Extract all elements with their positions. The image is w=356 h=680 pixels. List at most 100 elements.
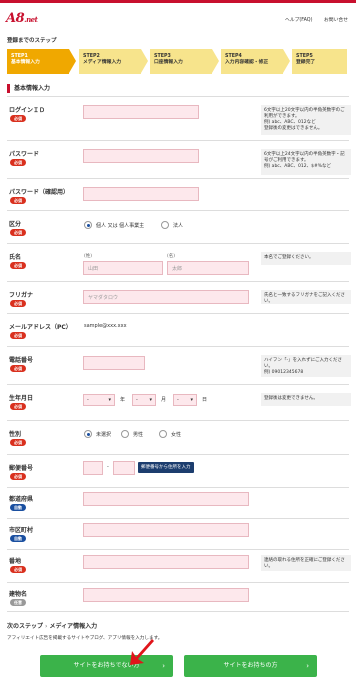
step-4-label: 入力内容確認・修正: [225, 60, 269, 65]
postal-label: 郵便番号: [9, 465, 34, 472]
birthday-note: 登録後は変更できません。: [261, 393, 351, 406]
gender-male-label: 男性: [133, 432, 144, 438]
password-note: 6文字以上24文字以内の半角英数字・記号がご利用できます。 例) abc、ABC…: [261, 149, 351, 175]
year-unit: 年: [120, 397, 126, 403]
password-confirm-label: パスワード（確認用）: [9, 189, 70, 196]
has-site-button-label: サイトをお持ちの方: [223, 662, 278, 669]
email-value: sample@xxx.xxx: [84, 323, 127, 329]
building-input[interactable]: [83, 588, 249, 602]
address-label: 番地: [9, 558, 22, 565]
row-phone: 電話番号 必須 ハイフン「-」を入れずにご入力ください。 例) 09012345…: [7, 346, 351, 384]
birth-year-select[interactable]: - ▾: [83, 394, 115, 406]
required-badge: 必須: [10, 262, 26, 269]
required-badge: 必須: [10, 365, 26, 372]
required-badge: 必須: [10, 473, 26, 480]
phone-note: ハイフン「-」を入れずにご入力ください。 例) 0901234567​8: [261, 355, 351, 377]
gender-unselected-label: 未選択: [96, 432, 112, 438]
day-unit: 日: [202, 397, 208, 403]
first-name-caption: (名): [167, 254, 176, 259]
login-id-label: ログインＩＤ: [9, 107, 46, 114]
row-postal: 郵便番号 必須 - 郵便番号から住所を入力: [7, 454, 349, 487]
logo-text: A8: [6, 11, 25, 26]
step-1: STEP1 基本情報入力: [7, 49, 76, 74]
birth-month-select[interactable]: - ▾: [132, 394, 156, 406]
step-progress: STEP1 基本情報入力 STEP2 メディア情報入力 STEP3 口座情報入力…: [7, 49, 347, 74]
required-badge: 必須: [10, 566, 26, 573]
furigana-note: 氏名と一致するフリガナをご記入ください。: [261, 290, 351, 304]
last-name-input[interactable]: 山田: [83, 261, 163, 275]
birth-day-value: -: [177, 397, 179, 403]
first-name-input[interactable]: 太郎: [167, 261, 249, 275]
step-arrow: [141, 49, 148, 73]
step-4: STEP4 入力内容確認・修正: [221, 49, 290, 74]
step-5-label: 登録完了: [296, 60, 316, 65]
prefecture-input[interactable]: [83, 492, 249, 506]
chevron-down-icon: ▾: [190, 397, 193, 403]
step-1-label: 基本情報入力: [11, 60, 40, 65]
required-badge: 必須: [10, 300, 26, 307]
chevron-right-icon: ›: [45, 623, 48, 630]
gender-male-radio[interactable]: [121, 430, 129, 438]
has-site-button[interactable]: サイトをお持ちの方 ›: [184, 655, 317, 677]
password-label: パスワード: [9, 151, 40, 158]
birth-day-select[interactable]: - ▾: [173, 394, 197, 406]
gender-unselected-radio[interactable]: [84, 430, 92, 438]
step-5: STEP5 登録完了: [292, 49, 347, 74]
a8-logo[interactable]: A8.net: [6, 11, 38, 26]
category-individual-radio[interactable]: [84, 221, 92, 229]
chevron-down-icon: ▾: [149, 397, 152, 403]
email-label: メールアドレス（PC）: [9, 324, 72, 331]
step-arrow: [69, 49, 76, 73]
prefecture-label: 都道府県: [9, 496, 34, 503]
contact-link[interactable]: お問い合せ: [324, 18, 348, 23]
postal-lookup-button[interactable]: 郵便番号から住所を入力: [138, 462, 194, 473]
next-step-label: 次のステップ: [7, 623, 44, 630]
category-corporate-radio[interactable]: [161, 221, 169, 229]
phone-label: 電話番号: [9, 357, 34, 364]
pointer-arrow-icon: [130, 639, 154, 665]
chevron-down-icon: ▾: [108, 397, 111, 403]
name-note: 本名でご登録ください。: [261, 252, 351, 265]
city-input[interactable]: [83, 523, 249, 537]
city-label: 市区町村: [9, 527, 34, 534]
birth-month-value: -: [136, 397, 138, 403]
row-email: メールアドレス（PC） 必須 sample@xxx.xxx: [7, 313, 349, 346]
address-note: 連絡の取れる住所を正確にご登録ください。: [261, 555, 351, 571]
required-badge: 必須: [10, 332, 26, 339]
furigana-label: フリガナ: [9, 292, 34, 299]
step-2-label: メディア情報入力: [83, 60, 122, 65]
required-badge: 必須: [10, 403, 26, 410]
postal-code-first-input[interactable]: [83, 461, 103, 475]
row-building: 建物名 任意: [7, 582, 349, 612]
gender-label: 性別: [9, 431, 22, 438]
help-link[interactable]: ヘルプ(FAQ): [285, 18, 312, 23]
step-3-label: 口座情報入力: [154, 60, 183, 65]
login-id-note: 6文字以上20文字以内の半角英数字のご利用ができます。 例) abc、ABC、0…: [261, 105, 351, 135]
row-address: 番地 必須 連絡の取れる住所を正確にご登録ください。: [7, 549, 351, 582]
birthday-label: 生年月日: [9, 395, 34, 402]
address-input[interactable]: [83, 555, 249, 569]
row-birthday: 生年月日 必須 - ▾ 年 - ▾ 月 - ▾ 日 登録後は変更できません。: [7, 384, 351, 420]
password-confirm-input[interactable]: [83, 187, 199, 201]
auto-badge: 自動: [10, 504, 26, 511]
category-label: 区分: [9, 221, 22, 228]
phone-input[interactable]: [83, 356, 145, 370]
row-city: 市区町村 自動: [7, 518, 349, 549]
step-arrow: [212, 49, 219, 73]
section-title: 基本情報入力: [7, 84, 349, 93]
category-individual-label: 個人 又は 個人事業主: [96, 223, 145, 229]
login-id-input[interactable]: [83, 105, 199, 119]
row-password: パスワード 必須 6文字以上24文字以内の半角英数字・記号がご利用できます。 例…: [7, 140, 351, 178]
gender-female-radio[interactable]: [159, 430, 167, 438]
row-furigana: フリガナ 必須 ヤマダタロウ 氏名と一致するフリガナをご記入ください。: [7, 281, 351, 313]
furigana-input[interactable]: ヤマダタロウ: [83, 290, 249, 304]
postal-code-second-input[interactable]: [113, 461, 135, 475]
header-links: ヘルプ(FAQ) お問い合せ: [275, 16, 348, 23]
name-label: 氏名: [9, 254, 22, 261]
month-unit: 月: [161, 397, 167, 403]
required-badge: 必須: [10, 197, 26, 204]
row-category: 区分 必須 個人 又は 個人事業主 法人: [7, 210, 349, 243]
postal-separator: -: [107, 464, 109, 470]
password-input[interactable]: [83, 149, 199, 163]
chevron-right-icon: ›: [306, 662, 309, 670]
